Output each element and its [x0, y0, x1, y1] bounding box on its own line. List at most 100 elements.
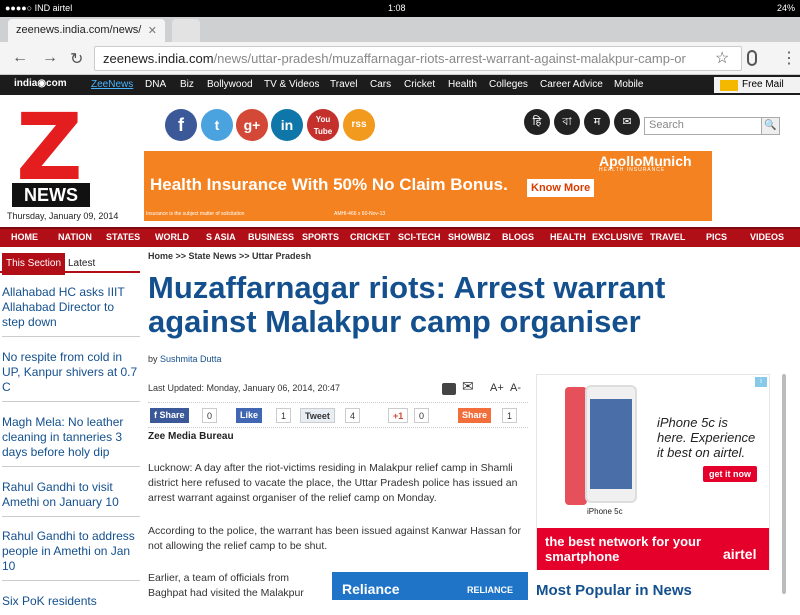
- nav-world[interactable]: WORLD: [155, 232, 189, 242]
- tweet-button[interactable]: Tweet: [300, 408, 335, 423]
- topnav-item-dna[interactable]: DNA: [145, 79, 166, 90]
- nav-showbiz[interactable]: SHOWBIZ: [448, 232, 491, 242]
- topnav-item-career[interactable]: Career Advice: [540, 79, 603, 90]
- tab-this-section[interactable]: This Section: [2, 253, 66, 275]
- list-item[interactable]: Rahul Gandhi to address people in Amethi…: [2, 529, 140, 581]
- list-item[interactable]: Allahabad HC asks IIIT Allahabad Directo…: [2, 285, 140, 337]
- banner-headline: Health Insurance With 50% No Claim Bonus…: [150, 175, 508, 194]
- marathi-site-icon[interactable]: म: [584, 109, 610, 135]
- forward-icon[interactable]: →: [42, 49, 58, 67]
- topnav-item-health[interactable]: Health: [448, 79, 477, 90]
- nav-nation[interactable]: NATION: [58, 232, 92, 242]
- nav-cricket[interactable]: CRICKET: [350, 232, 390, 242]
- nav-s-asia[interactable]: S ASIA: [206, 232, 236, 242]
- bengali-site-icon[interactable]: বা: [554, 109, 580, 135]
- menu-icon[interactable]: ⋮: [781, 48, 797, 68]
- indiacom-logo[interactable]: india◉com: [14, 78, 67, 89]
- search-icon[interactable]: 🔍: [761, 118, 779, 134]
- nav-blogs[interactable]: BLOGS: [502, 232, 534, 242]
- bookmark-star-icon[interactable]: ☆: [715, 48, 729, 68]
- site-search[interactable]: Search 🔍: [644, 117, 780, 135]
- nav-health[interactable]: HEALTH: [550, 232, 586, 242]
- iphone-screen: [590, 399, 632, 489]
- new-tab-button[interactable]: [172, 19, 200, 42]
- youtube-icon[interactable]: You Tube: [307, 109, 339, 141]
- banner-fine-print-code: AMHI-466 x 60-Nov-13: [334, 211, 386, 217]
- health-insurance-banner-ad[interactable]: ApolloMunich HEALTH INSURANCE Health Ins…: [144, 151, 712, 221]
- email-icon[interactable]: ✉: [462, 378, 474, 395]
- font-decrease-icon[interactable]: A-: [510, 382, 521, 394]
- list-item[interactable]: Magh Mela: No leather cleaning in tanner…: [2, 415, 140, 467]
- ad-info-icon[interactable]: i: [755, 377, 767, 387]
- topnav-item-cricket[interactable]: Cricket: [404, 79, 435, 90]
- breadcrumb[interactable]: Home >> State News >> Uttar Pradesh: [148, 251, 311, 261]
- facebook-icon[interactable]: f: [165, 109, 197, 141]
- mail-envelope-icon: [720, 80, 738, 91]
- microphone-icon[interactable]: [747, 50, 757, 66]
- tab-latest[interactable]: Latest: [68, 258, 95, 269]
- nav-pics[interactable]: PICS: [706, 232, 727, 242]
- newsletter-icon[interactable]: ✉: [614, 109, 640, 135]
- reload-icon[interactable]: ↻: [70, 49, 83, 69]
- url-path: /news/uttar-pradesh/muzaffarnagar-riots-…: [213, 51, 686, 66]
- ad-copy: iPhone 5c is here. Experience it best on…: [657, 415, 756, 460]
- most-popular-heading: Most Popular in News: [536, 582, 692, 599]
- topnav-item-cars[interactable]: Cars: [370, 79, 391, 90]
- search-input[interactable]: Search: [649, 119, 684, 131]
- like-count: 1: [276, 408, 292, 423]
- list-item[interactable]: No respite from cold in UP, Kanpur shive…: [2, 350, 140, 402]
- rss-icon[interactable]: rss: [343, 109, 375, 141]
- topnav-item-colleges[interactable]: Colleges: [489, 79, 528, 90]
- page-scrollbar[interactable]: [782, 374, 786, 594]
- print-icon[interactable]: [442, 383, 456, 395]
- close-tab-icon[interactable]: ✕: [148, 24, 157, 37]
- nav-travel[interactable]: TRAVEL: [650, 232, 685, 242]
- author-link[interactable]: Sushmita Dutta: [160, 354, 222, 364]
- reliance-inline-ad[interactable]: Reliance RELIANCE: [332, 572, 528, 600]
- font-increase-icon[interactable]: A+: [490, 382, 504, 394]
- iphone-pink-image: [565, 387, 587, 505]
- zee-news-logo[interactable]: Z NEWS: [12, 102, 90, 209]
- ios-status-bar: ●●●●○ IND airtel 1:08 24%: [0, 0, 800, 17]
- nav-videos[interactable]: VIDEOS: [750, 232, 784, 242]
- article-paragraph: Lucknow: A day after the riot-victims re…: [148, 462, 518, 504]
- battery-label: 24%: [776, 3, 795, 13]
- nav-sci-tech[interactable]: SCI-TECH: [398, 232, 441, 242]
- topnav-item-biz[interactable]: Biz: [180, 79, 194, 90]
- topnav-item-bollywood[interactable]: Bollywood: [207, 79, 253, 90]
- free-mail-label: Free Mail: [742, 79, 784, 90]
- browser-tab-active[interactable]: zeenews.india.com/news/ ✕: [8, 19, 165, 42]
- list-item[interactable]: Rahul Gandhi to visit Amethi on January …: [2, 480, 140, 517]
- topnav-item-zeenews[interactable]: ZeeNews: [91, 79, 133, 90]
- tab-title: zeenews.india.com/news/: [16, 24, 142, 36]
- airtel-iphone-ad[interactable]: i iPhone 5c iPhone 5c is here. Experienc…: [536, 374, 770, 570]
- nav-home[interactable]: HOME: [11, 232, 38, 242]
- get-it-now-button[interactable]: get it now: [703, 466, 757, 482]
- twitter-icon[interactable]: t: [201, 109, 233, 141]
- topnav-item-tv-videos[interactable]: TV & Videos: [264, 79, 319, 90]
- nav-states[interactable]: STATES: [106, 232, 140, 242]
- know-more-button[interactable]: Know More: [527, 179, 595, 197]
- topnav-item-travel[interactable]: Travel: [330, 79, 357, 90]
- facebook-like-button[interactable]: Like: [236, 408, 263, 423]
- topnav-item-mobile[interactable]: Mobile: [614, 79, 643, 90]
- google-plus-icon[interactable]: g+: [236, 109, 268, 141]
- hindi-site-icon[interactable]: हि: [524, 109, 550, 135]
- google-plus-one-button[interactable]: +1: [388, 408, 409, 423]
- nav-business[interactable]: BUSINESS: [248, 232, 294, 242]
- back-icon[interactable]: ←: [12, 49, 28, 67]
- source-bureau: Zee Media Bureau: [148, 431, 234, 442]
- facebook-share-button[interactable]: f Share: [150, 408, 189, 423]
- nav-sports[interactable]: SPORTS: [302, 232, 339, 242]
- nav-exclusive[interactable]: EXCLUSIVE: [592, 232, 643, 242]
- iphone-white-image: [585, 385, 637, 503]
- tweet-count: 4: [345, 408, 361, 423]
- list-item[interactable]: Six PoK residents: [2, 594, 140, 615]
- browser-tab-bar: zeenews.india.com/news/ ✕: [0, 17, 800, 42]
- linkedin-icon[interactable]: in: [271, 109, 303, 141]
- address-bar[interactable]: zeenews.india.com/news/uttar-pradesh/muz…: [94, 46, 742, 71]
- ad-bottom-band: the best network for your smartphone air…: [537, 528, 769, 570]
- byline-prefix: by: [148, 354, 158, 364]
- free-mail-link[interactable]: Free Mail: [714, 77, 800, 93]
- share-button[interactable]: Share: [458, 408, 492, 423]
